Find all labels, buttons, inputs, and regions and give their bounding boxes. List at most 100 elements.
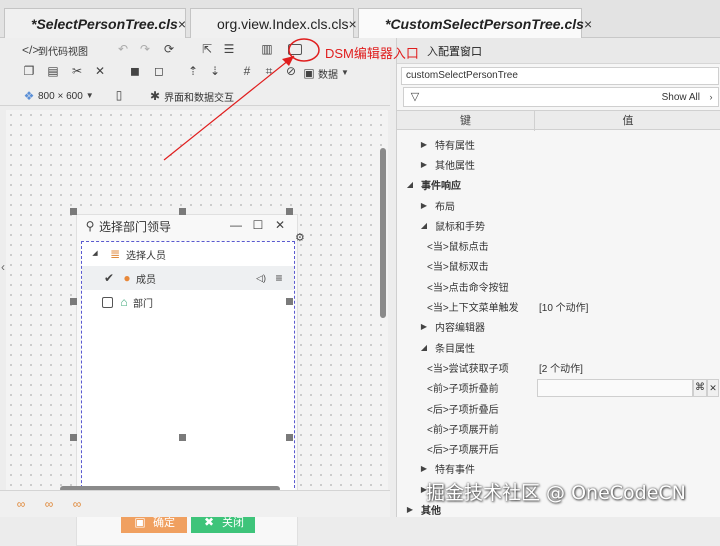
resize-handle[interactable]	[70, 434, 77, 441]
property-key: <当>尝试获取子项	[427, 363, 509, 375]
expand-arrow-icon[interactable]: ▶	[405, 505, 415, 514]
resolution-icon: ❖	[23, 89, 35, 103]
clear-icon[interactable]: ✕	[707, 378, 719, 397]
command-icon[interactable]: ⌘	[693, 378, 707, 397]
property-row[interactable]: <前>子项展开前	[397, 418, 720, 438]
collapse-arrow-icon[interactable]: ◢	[419, 221, 429, 230]
expand-arrow-icon[interactable]: ▶	[419, 322, 429, 331]
resize-handle[interactable]	[70, 298, 77, 305]
close-x-icon: ✖	[203, 515, 215, 529]
vertical-scrollbar[interactable]	[380, 148, 386, 318]
paste-icon[interactable]: ▤	[46, 64, 60, 78]
resize-handle[interactable]	[179, 208, 186, 215]
redo-icon[interactable]: ↷	[138, 42, 152, 56]
user-search-icon: ⚲	[85, 219, 95, 233]
property-key: <当>鼠标双击	[427, 262, 489, 274]
member-label: 成员	[136, 274, 156, 286]
expand-arrow-icon[interactable]: ▶	[419, 201, 429, 210]
maximize-icon[interactable]: ☐	[251, 218, 265, 232]
resize-handle[interactable]	[286, 298, 293, 305]
property-row[interactable]: <当>尝试获取子项 [2 个动作]	[397, 357, 720, 377]
property-key: <后>子项展开后	[427, 445, 499, 457]
link-icon[interactable]: ∞	[14, 497, 28, 511]
property-row[interactable]: <前>子项折叠前 ⌘ ✕	[397, 378, 720, 398]
watermark: 掘金技术社区 @ OneCodeCN	[426, 482, 686, 504]
speaker-icon[interactable]: ◁)	[254, 271, 268, 285]
value-column-header[interactable]: 值	[535, 111, 720, 131]
person-tree: ◢ ≣ 选择人员 ✔ ● 成员 ◁) ≡ ⌂ 部门	[81, 241, 295, 503]
property-key: 条目属性	[435, 343, 475, 355]
property-row[interactable]: ◢ 事件响应	[397, 175, 720, 195]
property-value[interactable]: [10 个动作]	[539, 299, 588, 314]
menu-icon[interactable]: ≡	[272, 271, 286, 285]
tab-bar: *SelectPersonTree.cls × org.view.Index.c…	[0, 0, 720, 38]
component-bar: ∞ ∞ ∞	[0, 490, 390, 517]
bring-front-icon[interactable]: ◼	[128, 64, 142, 78]
chevron-left-icon[interactable]: ‹	[1, 260, 5, 274]
cut-icon[interactable]: ✂	[70, 64, 84, 78]
tab-select-person-tree[interactable]: *SelectPersonTree.cls ×	[4, 8, 186, 38]
tab-label: *CustomSelectPersonTree.cls	[385, 15, 584, 32]
mobile-icon[interactable]: ▯	[112, 88, 126, 102]
tree-icon: ≣	[109, 247, 121, 261]
close-icon[interactable]: ✕	[273, 218, 287, 232]
resize-handle[interactable]	[70, 208, 77, 215]
tab-custom-select-person-tree[interactable]: *CustomSelectPersonTree.cls ×	[358, 8, 592, 38]
show-all-label[interactable]: Show All	[662, 92, 700, 103]
collapse-arrow-icon[interactable]: ◢	[88, 247, 102, 261]
tree-root[interactable]: ◢ ≣ 选择人员	[82, 242, 294, 266]
collapse-arrow-icon[interactable]: ◢	[405, 180, 415, 189]
close-icon[interactable]: ×	[584, 16, 592, 32]
tree-item-member[interactable]: ✔ ● 成员 ◁) ≡	[82, 266, 294, 290]
resolution-select[interactable]: ❖ 800 × 600 ▼	[22, 88, 97, 104]
resolution-value: 800 × 600	[38, 90, 83, 102]
property-row[interactable]: <当>点击命令按钮	[397, 276, 720, 296]
property-key: 事件响应	[421, 181, 461, 193]
resize-handle[interactable]	[286, 434, 293, 441]
checkmark-icon[interactable]: ✔	[102, 271, 116, 285]
property-row[interactable]: <当>鼠标点击	[397, 236, 720, 256]
resize-handle[interactable]	[286, 208, 293, 215]
value-editor-field[interactable]	[537, 378, 693, 397]
property-row[interactable]: ▶ 布局	[397, 195, 720, 215]
undo-icon[interactable]: ↶	[116, 42, 130, 56]
person-icon: ●	[123, 271, 131, 285]
property-key: <当>鼠标点击	[427, 242, 489, 254]
building-icon: ⌂	[120, 295, 128, 309]
collapse-arrow-icon[interactable]: ◢	[419, 343, 429, 352]
save-icon: ▣	[134, 515, 146, 529]
close-icon[interactable]: ×	[349, 16, 357, 32]
checkbox-icon[interactable]	[102, 296, 113, 308]
expand-arrow-icon[interactable]: ▶	[419, 464, 429, 473]
property-row[interactable]: <当>上下文菜单触发 [10 个动作]	[397, 296, 720, 316]
property-key: 布局	[435, 201, 455, 213]
link-icon[interactable]: ∞	[42, 497, 56, 511]
close-icon[interactable]: ×	[178, 16, 186, 32]
property-row[interactable]: <当>鼠标双击	[397, 256, 720, 276]
resize-handle[interactable]	[179, 434, 186, 441]
property-row[interactable]: ▶ 特有事件	[397, 459, 720, 479]
property-row[interactable]: ▶ 内容编辑器	[397, 317, 720, 337]
code-view-button[interactable]: </> 到代码视图	[22, 42, 88, 58]
property-row[interactable]: <后>子项折叠后	[397, 398, 720, 418]
delete-icon[interactable]: ✕	[93, 64, 107, 78]
chevron-right-icon[interactable]: ›	[704, 90, 718, 104]
copy-icon[interactable]: ❐	[22, 64, 36, 78]
tree-item-dept[interactable]: ⌂ 部门	[82, 290, 294, 314]
tab-index[interactable]: org.view.Index.cls.cls ×	[190, 8, 357, 38]
gear-icon[interactable]: ⚙	[295, 231, 305, 244]
property-row[interactable]: ◢ 鼠标和手势	[397, 215, 720, 235]
annotation-circle	[288, 38, 320, 62]
dept-label: 部门	[133, 298, 153, 310]
code-view-label: 到代码视图	[38, 46, 88, 58]
link-icon[interactable]: ∞	[70, 497, 84, 511]
minimize-icon[interactable]: —	[229, 218, 243, 232]
property-key: <当>上下文菜单触发	[427, 303, 519, 315]
dialog-title-bar[interactable]: ⚲ 选择部门领导 — ☐ ✕	[77, 215, 299, 237]
property-key: 鼠标和手势	[435, 221, 485, 233]
property-row[interactable]: ◢ 条目属性	[397, 337, 720, 357]
tab-label: *SelectPersonTree.cls	[31, 15, 178, 32]
property-row[interactable]: <后>子项展开后	[397, 439, 720, 459]
design-canvas[interactable]: ⚲ 选择部门领导 — ☐ ✕ ⚙ ◢ ≣ 选择人员 ✔ ● 成员 ◁) ≡ ⌂ …	[6, 110, 388, 546]
property-value[interactable]: [2 个动作]	[539, 360, 583, 375]
